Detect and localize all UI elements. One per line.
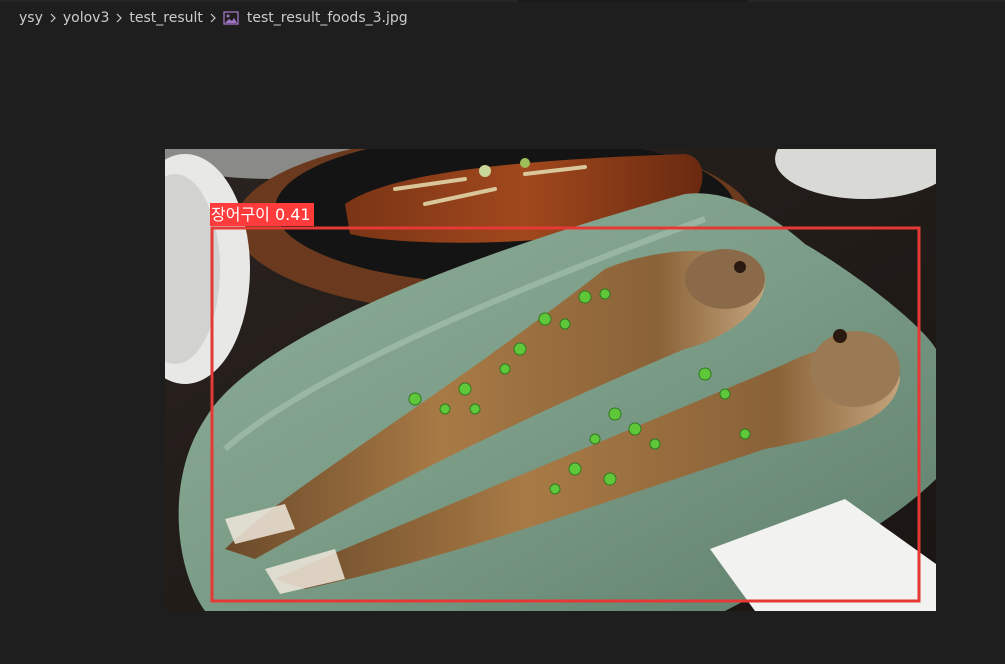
editor-tab-strip <box>0 0 1005 2</box>
breadcrumb: ysy yolov3 test_result test_result_foods… <box>19 7 408 29</box>
chevron-right-icon <box>205 10 221 26</box>
tab-strip-segment <box>518 0 748 2</box>
breadcrumb-item-yolov3[interactable]: yolov3 <box>63 10 110 26</box>
breadcrumb-item-ysy[interactable]: ysy <box>19 10 43 26</box>
breadcrumb-item-file[interactable]: test_result_foods_3.jpg <box>247 10 408 26</box>
detection-label: 장어구이 0.41 <box>210 203 314 226</box>
tab-strip-segment <box>0 0 518 2</box>
breadcrumb-item-test-result[interactable]: test_result <box>129 10 203 26</box>
chevron-right-icon <box>111 10 127 26</box>
image-file-icon <box>223 11 239 25</box>
chevron-right-icon <box>45 10 61 26</box>
tab-strip-segment <box>748 0 1005 2</box>
